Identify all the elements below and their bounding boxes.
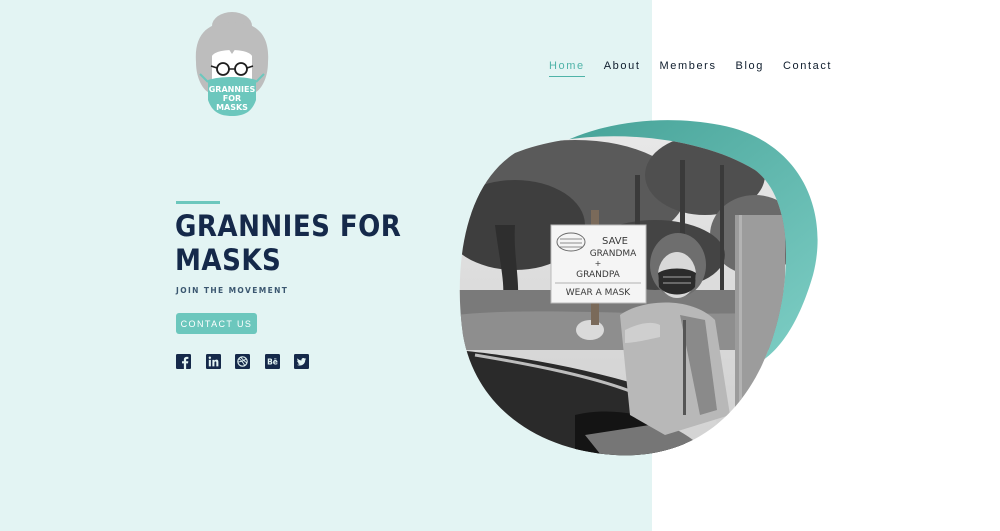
hero-subtitle: JOIN THE MOVEMENT xyxy=(176,286,289,295)
linkedin-icon[interactable] xyxy=(205,354,221,369)
hero-accent-rule xyxy=(176,201,220,204)
logo-text-line2: FOR xyxy=(223,94,241,103)
social-links: Bē xyxy=(176,354,324,369)
nav-blog[interactable]: Blog xyxy=(736,60,764,77)
nav-contact[interactable]: Contact xyxy=(783,60,832,77)
hero-photo-blob: SAVE GRANDMA + GRANDPA WEAR A MASK xyxy=(455,115,825,460)
nav-about[interactable]: About xyxy=(604,60,641,77)
behance-icon[interactable]: Bē xyxy=(264,354,280,369)
sign-line4: GRANDPA xyxy=(576,270,621,280)
sign-line1: SAVE xyxy=(602,236,628,247)
svg-text:Bē: Bē xyxy=(267,358,278,367)
contact-us-button[interactable]: CONTACT US xyxy=(176,313,257,334)
site-logo[interactable]: GRANNIES FOR MASKS xyxy=(190,8,274,118)
sign-line2: GRANDMA xyxy=(590,249,637,259)
twitter-icon[interactable] xyxy=(294,354,309,369)
dribbble-icon[interactable] xyxy=(235,354,250,369)
hero-title: GRANNIES FOR MASKS xyxy=(175,209,409,277)
nav-home[interactable]: Home xyxy=(549,60,585,77)
hero-photo: SAVE GRANDMA + GRANDPA WEAR A MASK xyxy=(459,120,818,456)
logo-text-line3: MASKS xyxy=(216,103,248,112)
hero-title-line1: GRANNIES FOR xyxy=(175,209,402,243)
hero-title-line2: MASKS xyxy=(175,243,282,277)
facebook-icon[interactable] xyxy=(176,354,191,369)
nav-members[interactable]: Members xyxy=(660,60,717,77)
granny-logo-icon: GRANNIES FOR MASKS xyxy=(195,12,269,116)
logo-text-line1: GRANNIES xyxy=(209,85,256,94)
sign-line5: WEAR A MASK xyxy=(566,288,632,298)
main-nav: Home About Members Blog Contact xyxy=(549,60,851,77)
sign-line3: + xyxy=(595,259,602,268)
